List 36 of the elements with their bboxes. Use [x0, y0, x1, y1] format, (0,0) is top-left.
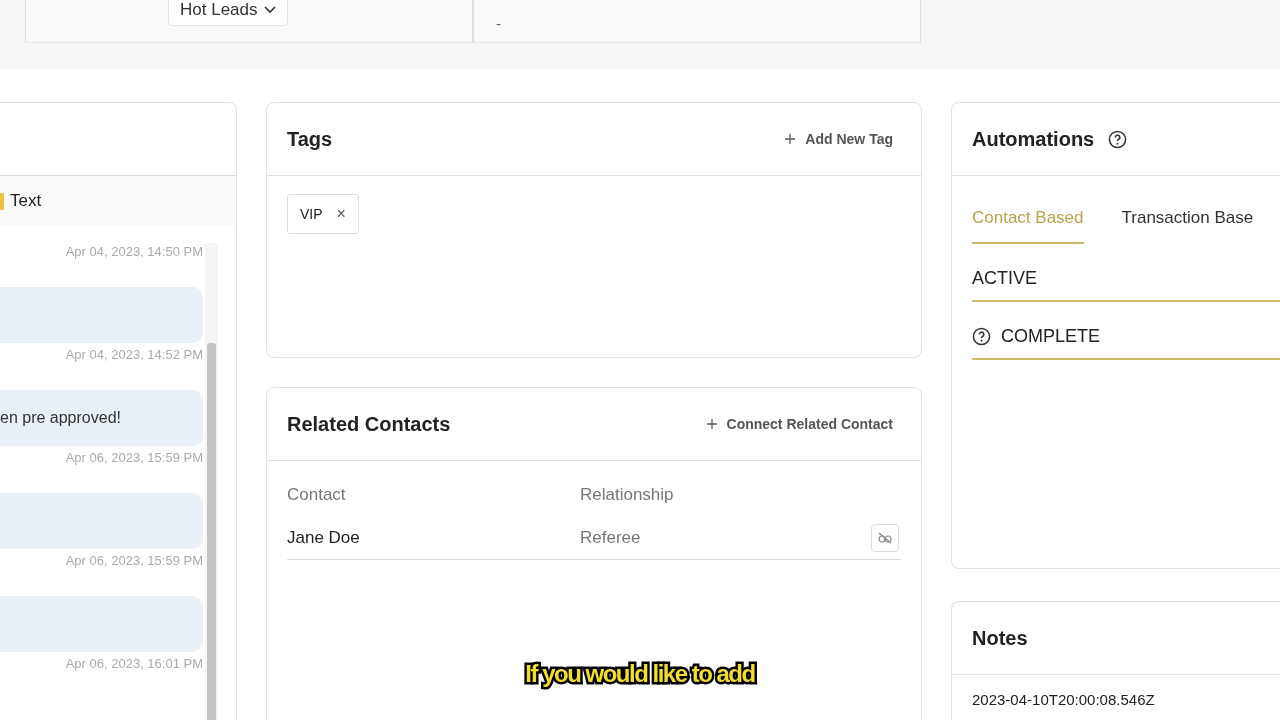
- scrollbar[interactable]: [205, 243, 218, 720]
- column-header: Contact: [287, 484, 347, 505]
- message-time: Apr 04, 2023, 14:50 PM: [65, 244, 203, 259]
- automation-section[interactable]: COMPLETE: [972, 314, 1280, 360]
- text-tab[interactable]: Text: [0, 176, 236, 226]
- card-title: Automations: [972, 127, 1095, 151]
- card-title: Notes: [972, 626, 1028, 650]
- card-title: Related Contacts: [287, 412, 451, 436]
- column-header: Relationship: [580, 484, 675, 505]
- table-cell-text: Referee: [580, 527, 642, 548]
- caret-icon: [263, 6, 276, 14]
- help-icon[interactable]: [1108, 129, 1128, 149]
- email-detail: -: [496, 16, 502, 32]
- message-time: Apr 06, 2023, 15:59 PM: [65, 553, 203, 568]
- card-title: Tags: [287, 127, 333, 151]
- note-timestamp: 2023-04-10T20:00:08.546Z: [971, 690, 1156, 710]
- message-bubble: en pre approved!: [0, 390, 203, 446]
- tag-label: VIP: [300, 206, 323, 222]
- section-heading: COMPLETE: [1001, 325, 1101, 347]
- remove-tag-button[interactable]: ×: [336, 205, 346, 223]
- help-icon[interactable]: [972, 326, 991, 346]
- add-tag-button[interactable]: Add New Tag: [785, 131, 893, 147]
- section-heading: ACTIVE: [972, 267, 1037, 289]
- message-time: Apr 06, 2023, 15:59 PM: [65, 450, 203, 465]
- plus-icon: [785, 134, 796, 144]
- unlink-icon: [877, 531, 893, 544]
- video-caption: If you would like to add: [525, 660, 755, 687]
- unlink-button[interactable]: [871, 523, 899, 552]
- message-time: Apr 04, 2023, 14:52 PM: [65, 347, 203, 362]
- connect-contact-button[interactable]: Connect Related Contact: [706, 416, 893, 432]
- lead-status-dropdown[interactable]: Hot Leads: [168, 0, 288, 26]
- automation-tab[interactable]: Transaction Base: [1121, 208, 1254, 244]
- message-time: Apr 06, 2023, 16:01 PM: [65, 656, 203, 671]
- plus-icon: [706, 419, 717, 429]
- table-cell-text: Jane Doe: [287, 527, 361, 548]
- automation-section[interactable]: ACTIVE: [972, 256, 1280, 302]
